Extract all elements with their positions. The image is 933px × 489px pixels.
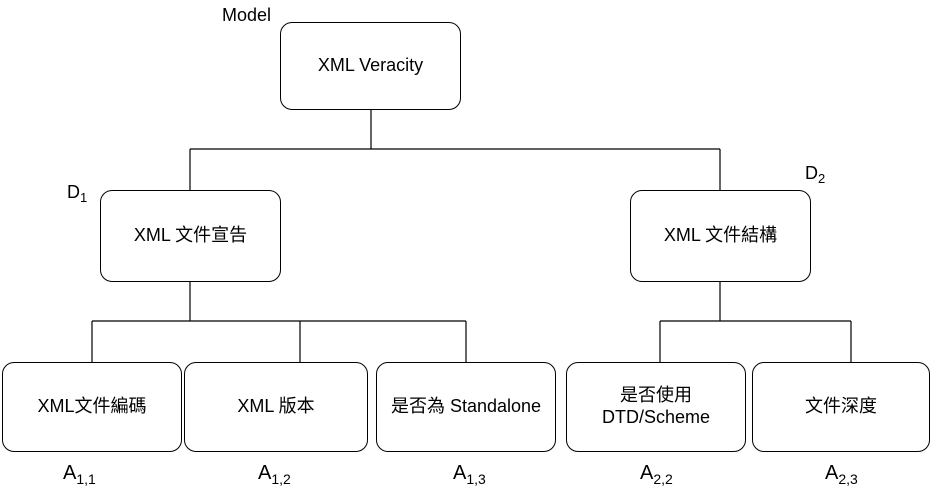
a22-tag: A2,2 (640, 462, 673, 487)
attribute-node-a12: XML 版本 (184, 362, 368, 452)
dimension-node-d2-text: XML 文件結構 (663, 225, 778, 246)
attribute-node-a23-text: 文件深度 (805, 396, 877, 417)
a12-tag: A1,2 (258, 462, 291, 487)
attribute-node-a13-text: 是否為 Standalone (390, 396, 542, 417)
a13-tag: A1,3 (453, 462, 486, 487)
root-node-text: XML Veracity (317, 55, 424, 76)
dimension-node-d1-text: XML 文件宣告 (133, 225, 248, 246)
attribute-node-a22: 是否使用 DTD/Scheme (566, 362, 746, 452)
attribute-node-a11-text: XML文件編碼 (37, 396, 147, 417)
d1-tag: D1 (67, 182, 88, 205)
hierarchy-diagram: Model XML Veracity D1 XML 文件宣告 D2 XML 文件… (0, 0, 933, 489)
d2-tag: D2 (805, 163, 826, 186)
dimension-node-d2: XML 文件結構 (630, 190, 811, 282)
attribute-node-a12-text: XML 版本 (237, 396, 315, 417)
attribute-node-a23: 文件深度 (752, 362, 930, 452)
attribute-node-a22-text-line2: DTD/Scheme (601, 407, 711, 427)
model-label: Model (222, 5, 272, 25)
a11-tag: A1,1 (63, 462, 96, 487)
root-node: XML Veracity (280, 22, 461, 110)
attribute-node-a13: 是否為 Standalone (376, 362, 556, 452)
attribute-node-a22-text-line1: 是否使用 (620, 385, 692, 406)
a23-tag: A2,3 (825, 462, 858, 487)
dimension-node-d1: XML 文件宣告 (100, 190, 281, 282)
attribute-node-a11: XML文件編碼 (2, 362, 182, 452)
